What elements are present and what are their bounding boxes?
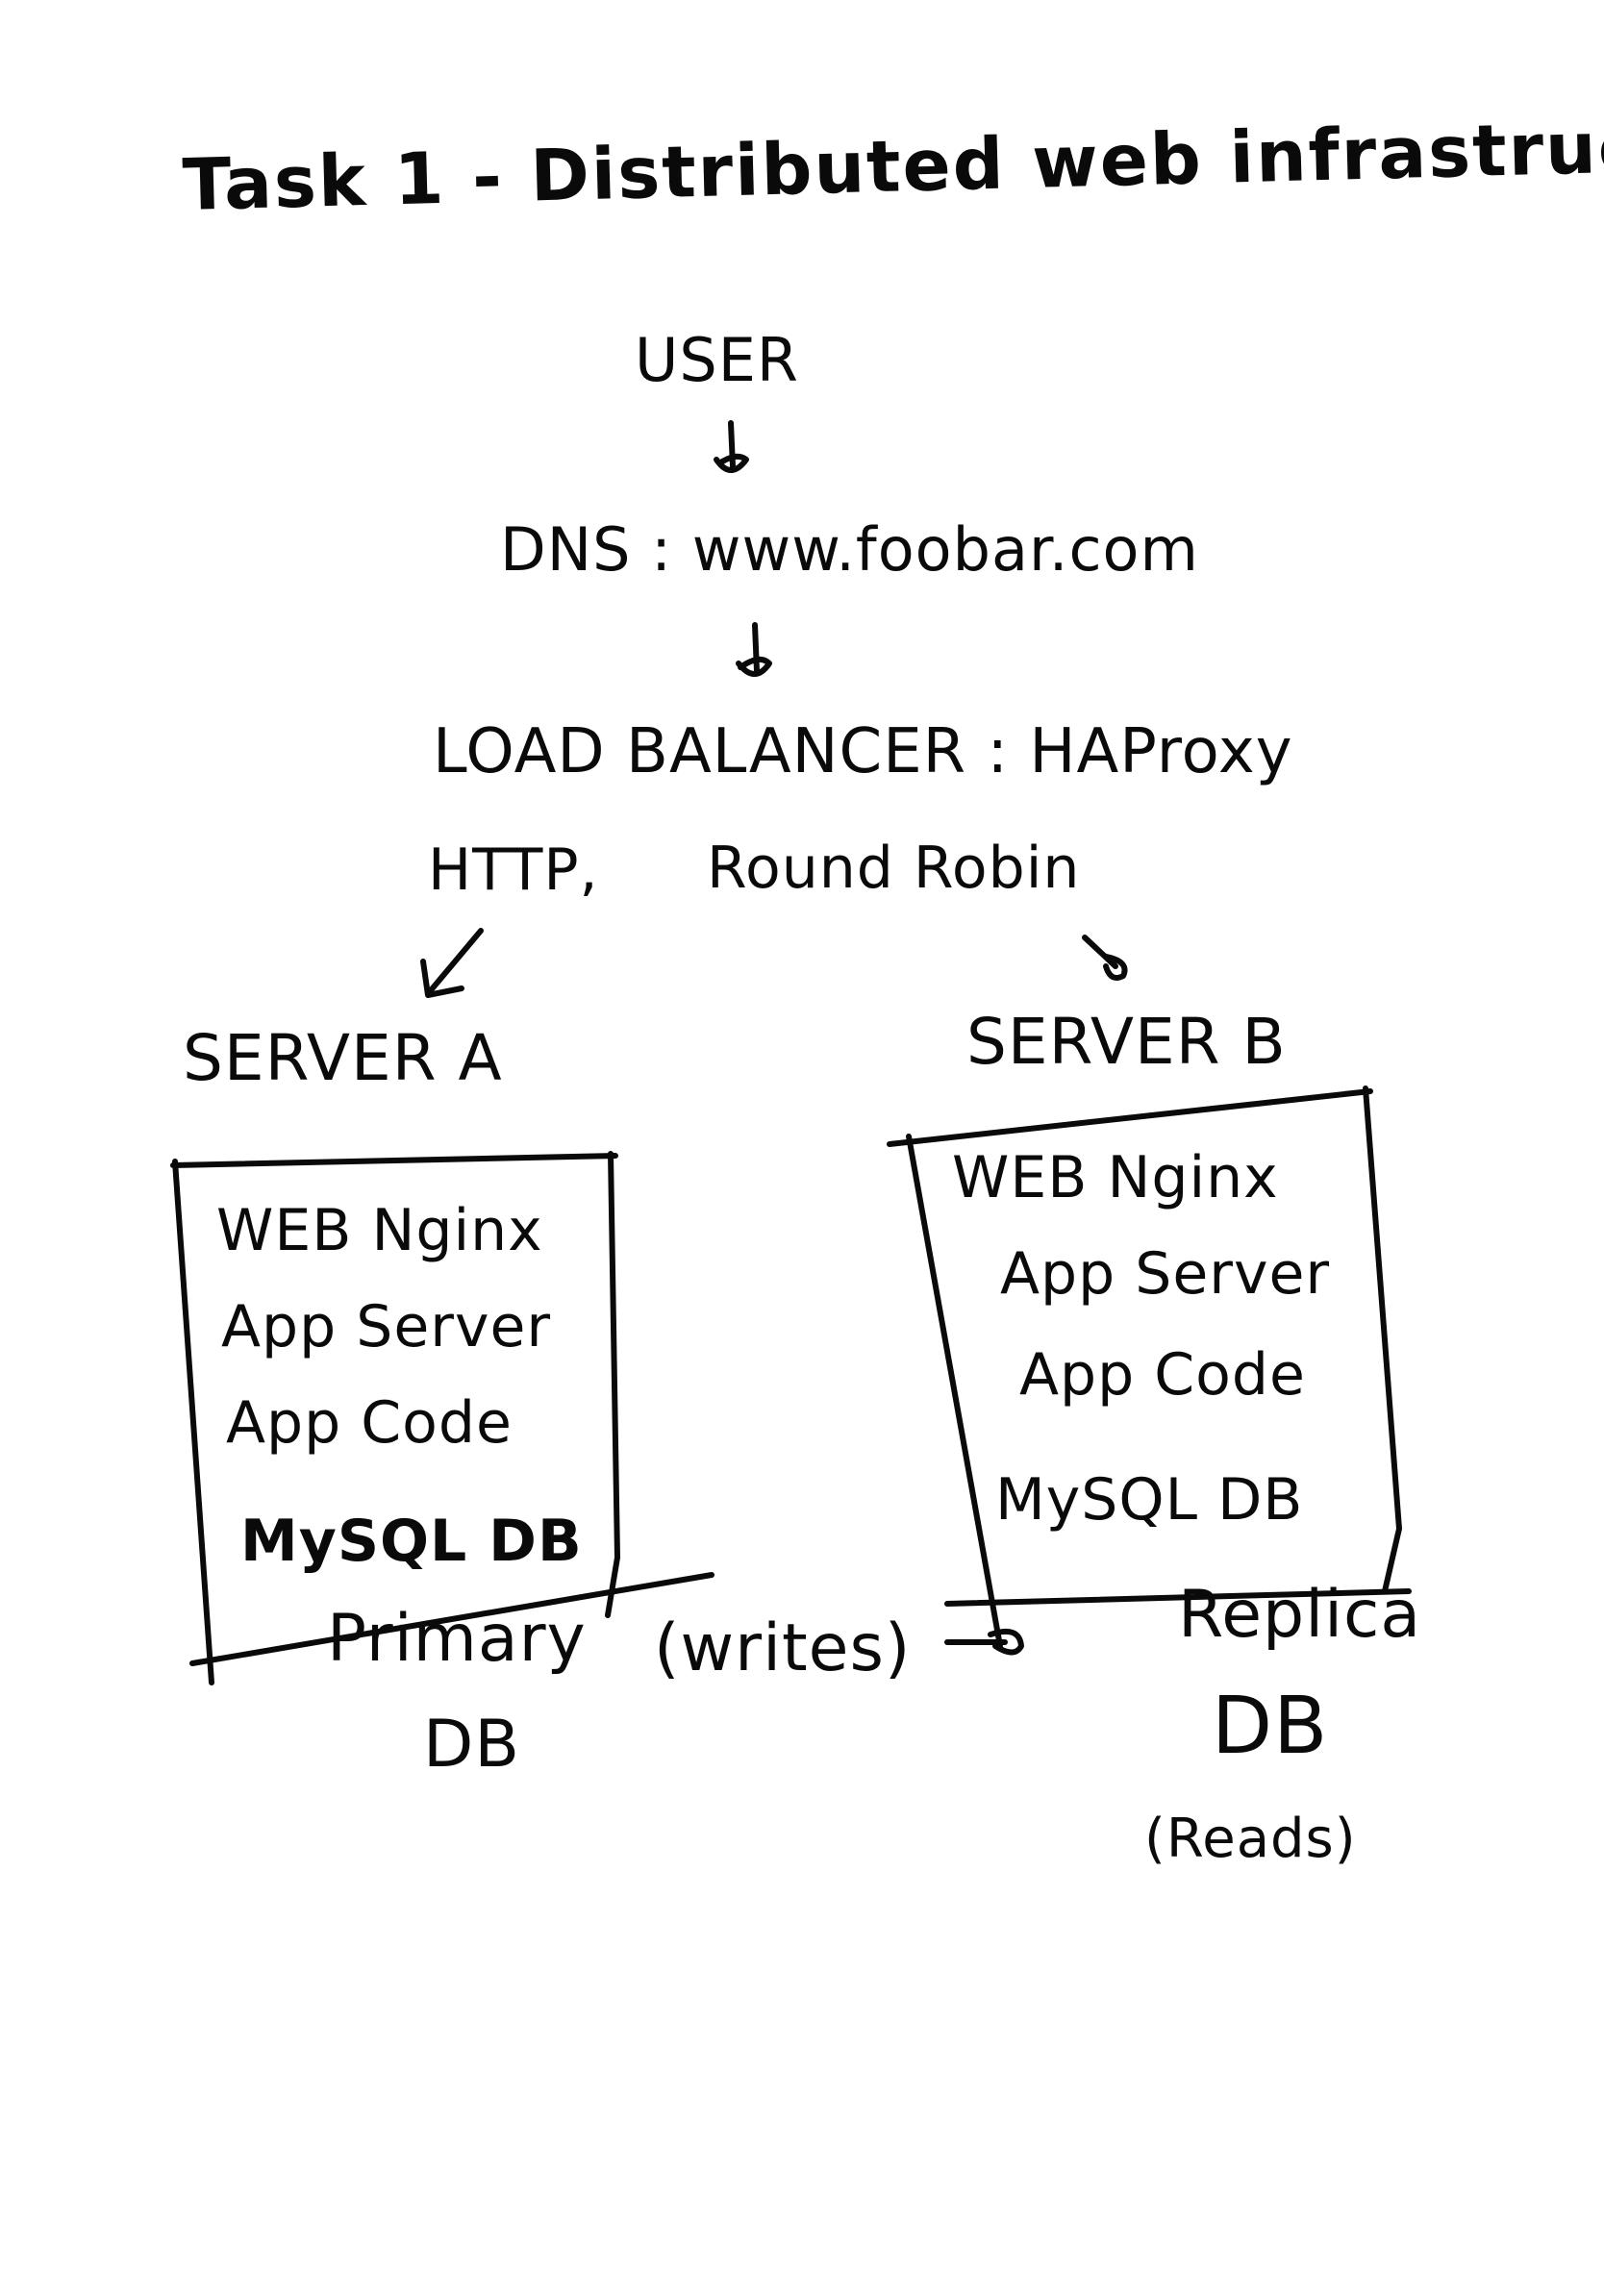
server-b-web: WEB Nginx <box>952 1144 1279 1211</box>
user-node: USER <box>635 325 799 395</box>
server-a-app-server: App Server <box>221 1293 552 1360</box>
load-balancer-label: LOAD BALANCER : HAProxy <box>433 716 1293 787</box>
server-a-mysql: MySQL DB <box>240 1508 583 1575</box>
server-b-mysql: MySQL DB <box>995 1466 1304 1534</box>
server-a-app-code: App Code <box>226 1389 513 1457</box>
replica-db-reads: (Reads) <box>1144 1808 1357 1870</box>
arrow-lb-to-server-a <box>420 928 484 998</box>
server-b-label: SERVER B <box>966 1005 1287 1079</box>
arrow-lb-to-server-b <box>1082 935 1128 981</box>
replica-db-label: Replica <box>1178 1577 1422 1653</box>
server-b-app-server: App Server <box>1000 1240 1331 1308</box>
server-b-app-code: App Code <box>1019 1341 1306 1409</box>
arrow-primary-to-replica <box>944 1629 1024 1656</box>
diagram-strokes <box>170 420 1412 1685</box>
primary-db-writes: (writes) <box>654 1610 912 1686</box>
replica-db-db: DB <box>1212 1681 1329 1772</box>
lb-protocol: HTTP, <box>428 836 599 904</box>
dns-node: DNS : www.foobar.com <box>500 514 1199 585</box>
server-a-web: WEB Nginx <box>216 1197 543 1264</box>
arrow-user-to-dns <box>714 420 749 473</box>
lb-algorithm: Round Robin <box>707 835 1081 902</box>
server-a-label: SERVER A <box>183 1021 503 1095</box>
primary-db-db: DB <box>423 1707 521 1783</box>
arrow-dns-to-lb <box>736 622 772 677</box>
primary-db-label: Primary <box>327 1601 587 1677</box>
